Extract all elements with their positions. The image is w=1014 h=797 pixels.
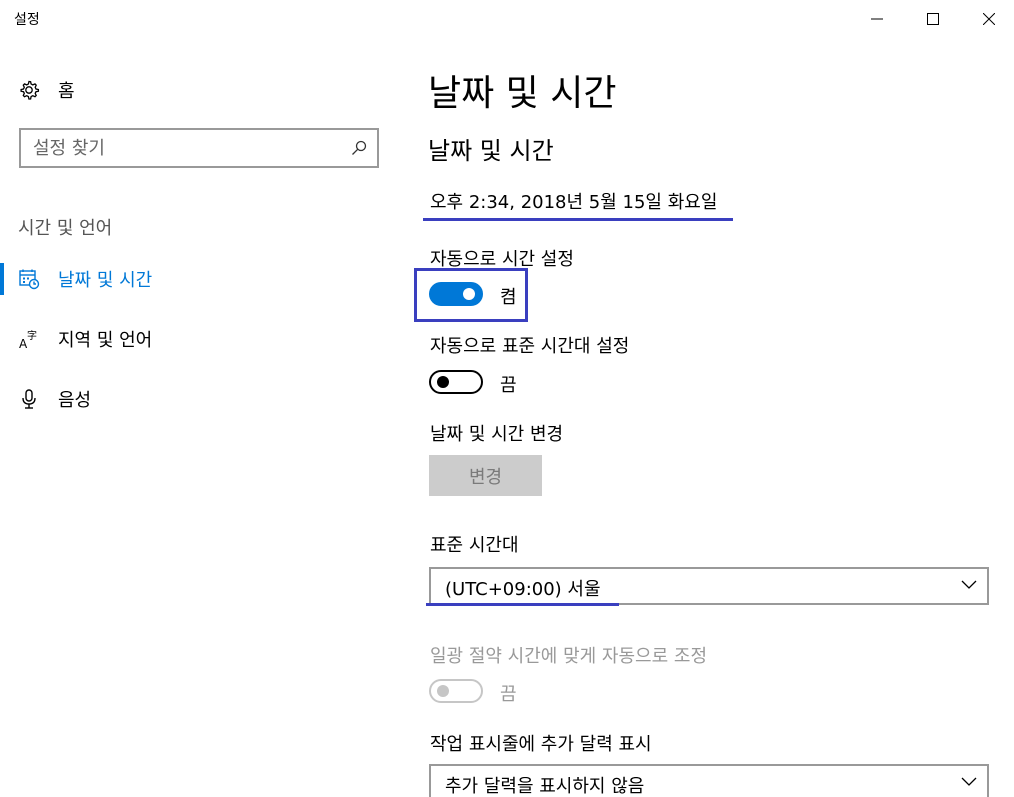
svg-text:字: 字 <box>27 329 37 342</box>
chevron-down-icon <box>961 580 977 589</box>
sidebar-item-date-time[interactable]: 날짜 및 시간 <box>0 259 380 299</box>
home-nav-item[interactable]: 홈 <box>18 76 75 104</box>
sidebar-item-speech[interactable]: 음성 <box>0 379 380 419</box>
close-icon <box>983 13 995 25</box>
auto-time-toggle[interactable] <box>429 282 483 306</box>
timezone-selected-value: (UTC+09:00) 서울 <box>445 579 601 600</box>
calendar-clock-icon <box>19 269 40 290</box>
extra-calendar-selected-value: 추가 달력을 표시하지 않음 <box>445 776 645 797</box>
dst-state: 끔 <box>500 684 517 705</box>
extra-calendar-label: 작업 표시줄에 추가 달력 표시 <box>430 734 652 755</box>
timezone-dropdown[interactable]: (UTC+09:00) 서울 <box>429 567 989 605</box>
settings-window: 설정 홈 시간 및 언어 <box>0 0 1014 797</box>
toggle-knob <box>437 376 449 388</box>
home-label: 홈 <box>58 81 75 102</box>
search-icon <box>352 140 367 155</box>
timezone-label: 표준 시간대 <box>430 535 519 556</box>
sidebar-item-label: 날짜 및 시간 <box>58 270 153 291</box>
dst-label: 일광 절약 시간에 맞게 자동으로 조정 <box>430 646 708 667</box>
toggle-knob <box>437 685 449 697</box>
auto-timezone-label: 자동으로 표준 시간대 설정 <box>430 336 630 357</box>
change-datetime-label: 날짜 및 시간 변경 <box>430 424 564 445</box>
subsection-title: 날짜 및 시간 <box>428 137 554 165</box>
sidebar-item-region-language[interactable]: A 字 지역 및 언어 <box>0 319 380 359</box>
auto-timezone-toggle[interactable] <box>429 370 483 394</box>
page-title: 날짜 및 시간 <box>428 73 617 114</box>
sidebar-item-label: 음성 <box>58 390 92 411</box>
sidebar-item-label: 지역 및 언어 <box>58 330 153 351</box>
settings-search-box[interactable] <box>19 128 379 168</box>
microphone-icon <box>22 389 36 409</box>
auto-time-state: 켬 <box>500 287 517 308</box>
minimize-button[interactable] <box>854 0 900 38</box>
gear-icon <box>20 80 40 100</box>
maximize-icon <box>927 13 939 25</box>
minimize-icon <box>871 18 883 20</box>
change-datetime-button[interactable]: 변경 <box>429 455 542 496</box>
chevron-down-icon <box>961 777 977 786</box>
extra-calendar-dropdown[interactable]: 추가 달력을 표시하지 않음 <box>429 764 989 797</box>
title-bar: 설정 <box>0 0 1014 38</box>
window-title: 설정 <box>14 12 40 28</box>
maximize-button[interactable] <box>910 0 956 38</box>
auto-timezone-state: 끔 <box>500 375 517 396</box>
selection-indicator <box>0 263 4 295</box>
datetime-annotation-underline <box>423 218 733 221</box>
close-button[interactable] <box>966 0 1012 38</box>
toggle-knob <box>463 288 475 300</box>
dst-toggle[interactable] <box>429 679 483 703</box>
timezone-annotation-underline <box>426 603 619 606</box>
current-datetime: 오후 2:34, 2018년 5월 15일 화요일 <box>430 192 718 213</box>
settings-search-input[interactable] <box>33 136 333 160</box>
sidebar-section-heading: 시간 및 언어 <box>18 218 113 239</box>
region-language-icon: A 字 <box>19 329 37 350</box>
